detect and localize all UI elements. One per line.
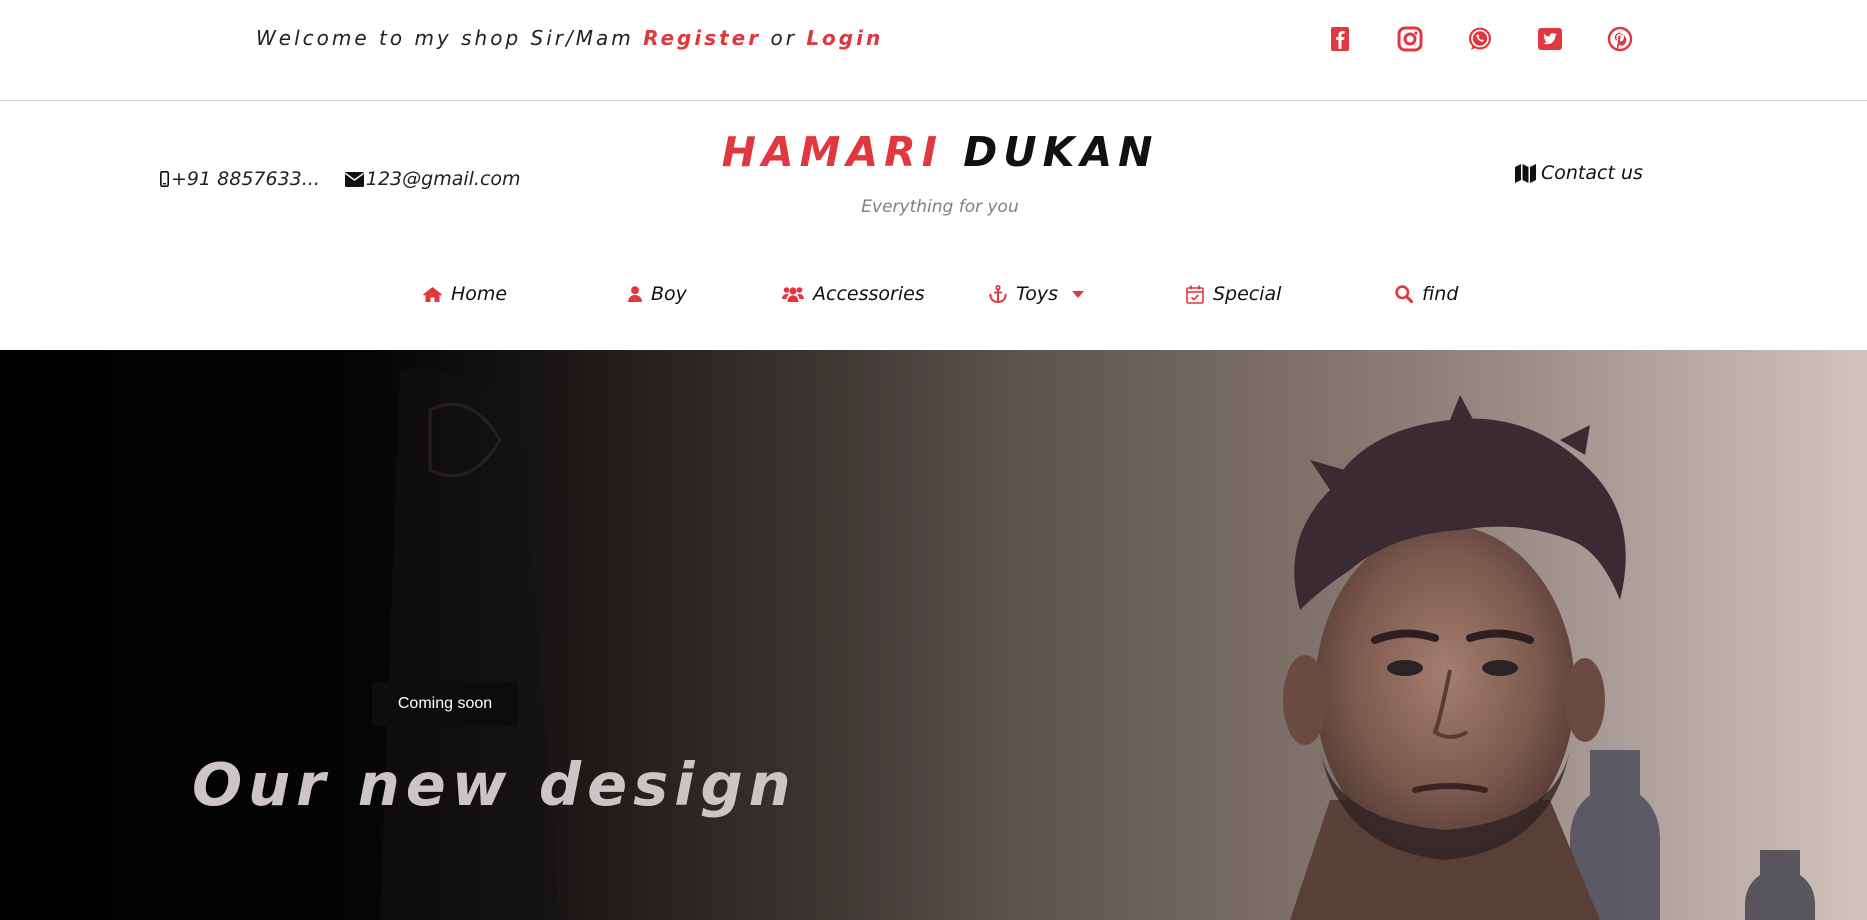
nav-find[interactable]: find bbox=[1395, 280, 1458, 308]
home-icon bbox=[423, 286, 442, 302]
nav-home[interactable]: Home bbox=[423, 280, 507, 308]
nav-find-label: find bbox=[1422, 283, 1459, 305]
anchor-icon bbox=[989, 285, 1007, 303]
nav-special-label: Special bbox=[1213, 283, 1282, 305]
brand-second-word: DUKAN bbox=[963, 128, 1159, 176]
nav-home-label: Home bbox=[451, 283, 508, 305]
pinterest-icon[interactable] bbox=[1605, 24, 1635, 54]
caret-down-icon bbox=[1072, 290, 1085, 298]
social-links bbox=[1325, 24, 1675, 54]
nav-boy[interactable]: Boy bbox=[628, 280, 687, 308]
nav-toys-label: Toys bbox=[1016, 283, 1059, 305]
hero-banner: Coming soon Our new design bbox=[0, 350, 1867, 920]
welcome-message: Welcome to my shop Sir/Mam Register or L… bbox=[256, 26, 883, 50]
nav-special[interactable]: Special bbox=[1186, 280, 1281, 308]
or-text: or bbox=[770, 26, 797, 50]
login-link[interactable]: Login bbox=[806, 26, 883, 50]
nav-accessories[interactable]: Accessories bbox=[782, 280, 925, 308]
brand-first-word: HAMARI bbox=[721, 128, 943, 176]
welcome-text: Welcome to my shop Sir/Mam bbox=[256, 26, 634, 50]
facebook-icon[interactable] bbox=[1325, 24, 1355, 54]
search-icon bbox=[1395, 285, 1413, 303]
hero-photo bbox=[380, 350, 1867, 920]
calendar-check-icon bbox=[1186, 285, 1204, 304]
user-icon bbox=[628, 286, 642, 302]
whatsapp-icon[interactable] bbox=[1465, 24, 1495, 54]
nav-toys[interactable]: Toys bbox=[989, 280, 1085, 308]
nav-accessories-label: Accessories bbox=[813, 283, 925, 305]
twitter-icon[interactable] bbox=[1535, 24, 1565, 54]
users-icon bbox=[782, 287, 804, 302]
contact-us-link[interactable]: Contact us bbox=[1515, 162, 1643, 184]
register-link[interactable]: Register bbox=[643, 26, 761, 50]
instagram-icon[interactable] bbox=[1395, 24, 1425, 54]
coming-soon-badge: Coming soon bbox=[372, 682, 518, 726]
nav-boy-label: Boy bbox=[651, 283, 687, 305]
site-tagline: Everything for you bbox=[861, 197, 1019, 217]
contact-us-label: Contact us bbox=[1541, 162, 1643, 184]
hero-title: Our new design bbox=[192, 750, 797, 819]
top-bar: Welcome to my shop Sir/Mam Register or L… bbox=[0, 0, 1867, 101]
map-icon bbox=[1515, 163, 1536, 183]
